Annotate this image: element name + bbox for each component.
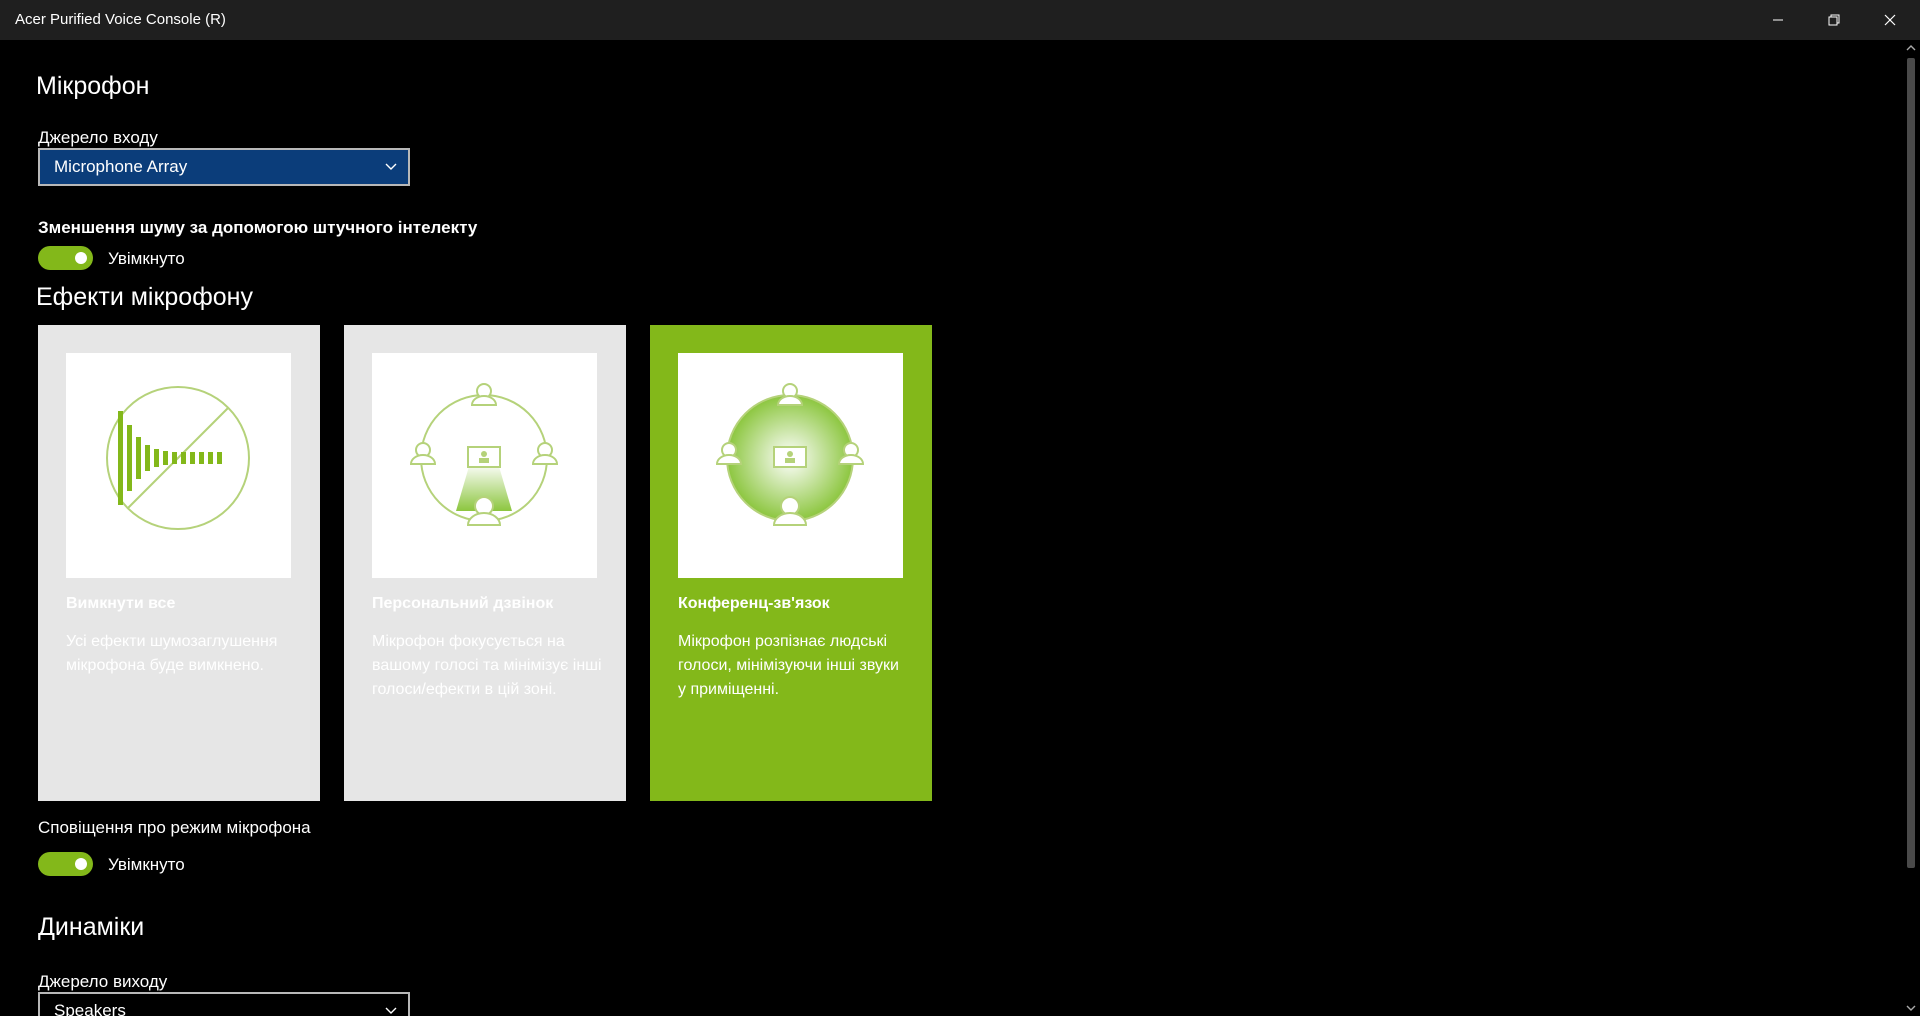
personal-call-icon bbox=[409, 383, 559, 526]
effect-description: Мікрофон розпізнає людські голоси, мінім… bbox=[678, 633, 899, 698]
restore-button[interactable] bbox=[1806, 0, 1862, 40]
minimize-icon bbox=[1773, 19, 1783, 21]
close-icon bbox=[1884, 14, 1896, 26]
close-button[interactable] bbox=[1862, 0, 1918, 40]
notification-toggle[interactable] bbox=[38, 852, 93, 876]
scrollbar-thumb[interactable] bbox=[1907, 58, 1915, 868]
chevron-down-icon bbox=[385, 1007, 397, 1014]
input-source-label: Джерело входу bbox=[38, 128, 158, 147]
ai-noise-state: Увімкнуто bbox=[108, 249, 185, 268]
output-source-label: Джерело виходу bbox=[38, 972, 168, 991]
effect-title: Персональний дзвінок bbox=[372, 595, 554, 612]
input-source-value: Microphone Array bbox=[54, 157, 188, 176]
scroll-up-icon[interactable] bbox=[1906, 43, 1916, 53]
ai-noise-toggle[interactable] bbox=[38, 246, 93, 270]
chevron-down-icon bbox=[385, 163, 397, 170]
output-source-value: Speakers bbox=[54, 1001, 126, 1016]
input-source-dropdown[interactable]: Microphone Array bbox=[38, 148, 410, 186]
vertical-scrollbar[interactable] bbox=[1902, 40, 1920, 1016]
effect-description: Мікрофон фокусується на вашому голосі та… bbox=[372, 633, 602, 698]
settings-content: Мікрофон Джерело входу Microphone Array … bbox=[0, 40, 1902, 1016]
muted-waveform-icon bbox=[106, 386, 250, 530]
title-bar: Acer Purified Voice Console (R) bbox=[0, 0, 1920, 40]
effects-heading: Ефекти мікрофону bbox=[36, 283, 253, 311]
conference-call-icon bbox=[715, 383, 865, 526]
toggle-knob bbox=[75, 858, 87, 870]
notification-state: Увімкнуто bbox=[108, 855, 185, 874]
toggle-knob bbox=[75, 252, 87, 264]
effect-card-disable-all[interactable]: Вимкнути все Усі ефекти шумозаглушення м… bbox=[38, 325, 320, 801]
conference-illustration bbox=[678, 353, 903, 578]
restore-icon bbox=[1828, 14, 1840, 26]
effect-card-personal-call[interactable]: Персональний дзвінок Мікрофон фокусуєтьс… bbox=[344, 325, 626, 801]
ai-noise-label: Зменшення шуму за допомогою штучного інт… bbox=[38, 218, 478, 237]
effect-title: Конференц-зв'язок bbox=[678, 595, 830, 612]
effect-card-conference[interactable]: Конференц-зв'язок Мікрофон розпізнає люд… bbox=[650, 325, 932, 801]
effect-description: Усі ефекти шумозаглушення мікрофона буде… bbox=[66, 633, 278, 674]
microphone-heading: Мікрофон bbox=[36, 72, 150, 100]
window-title: Acer Purified Voice Console (R) bbox=[15, 11, 226, 28]
personal-call-illustration bbox=[372, 353, 597, 578]
disable-all-illustration bbox=[66, 353, 291, 578]
notification-label: Сповіщення про режим мікрофона bbox=[38, 818, 311, 837]
minimize-button[interactable] bbox=[1750, 0, 1806, 40]
scroll-down-icon[interactable] bbox=[1906, 1003, 1916, 1013]
output-source-dropdown[interactable]: Speakers bbox=[38, 992, 410, 1016]
effect-title: Вимкнути все bbox=[66, 595, 176, 612]
speakers-heading: Динаміки bbox=[38, 913, 145, 941]
